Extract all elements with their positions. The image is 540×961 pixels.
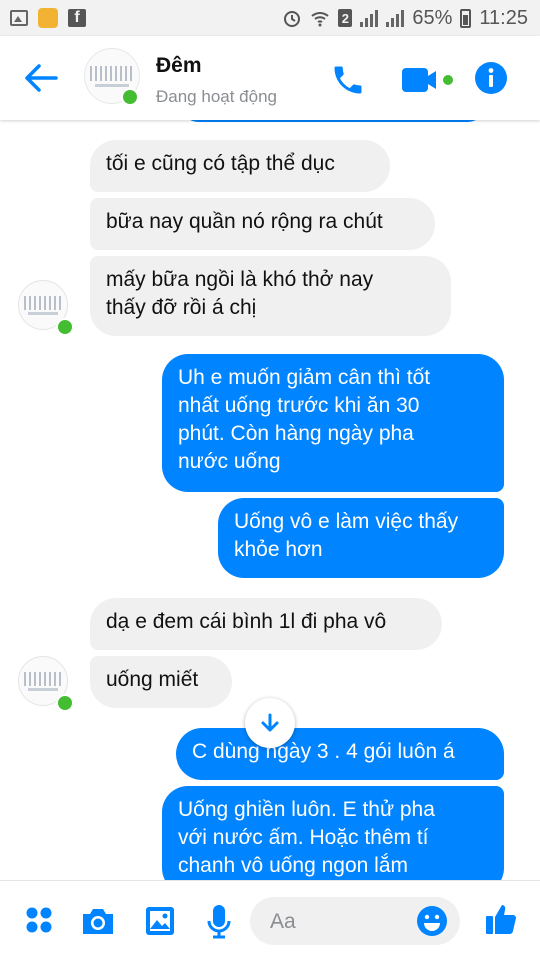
wifi-icon <box>311 12 330 27</box>
message-bubble[interactable]: bữa nay quần nó rộng ra chút <box>90 198 435 250</box>
message-input[interactable] <box>250 897 460 945</box>
menu-dots-icon[interactable] <box>24 905 54 935</box>
microphone-icon[interactable] <box>206 903 232 941</box>
scroll-down-button[interactable] <box>245 698 295 748</box>
signal-icon-2 <box>386 9 405 27</box>
online-indicator <box>121 88 139 106</box>
message-bubble[interactable]: tối e cũng có tập thể dục <box>90 140 390 192</box>
alarm-icon <box>284 11 301 27</box>
back-arrow-icon[interactable] <box>22 60 60 96</box>
gallery-icon[interactable] <box>144 905 176 937</box>
message-field[interactable] <box>268 909 412 935</box>
online-indicator <box>56 318 74 336</box>
message-bubble[interactable]: Uh e muốn giảm cân thì tốt nhất uống trư… <box>162 354 504 492</box>
message-bubble[interactable]: mấy bữa ngồi là khó thở nay thấy đỡ rồi … <box>90 256 451 336</box>
conversation-header: Đêm Đang hoạt động <box>0 36 540 120</box>
message-bubble[interactable]: uống miết <box>90 656 232 708</box>
video-call-icon[interactable] <box>400 66 458 94</box>
battery-icon <box>460 8 472 28</box>
message-bubble[interactable]: Uống ghiền luôn. E thử pha với nước ấm. … <box>162 786 504 880</box>
emoji-icon[interactable] <box>416 905 448 937</box>
message-bubble[interactable]: dạ e đem cái bình 1l đi pha vô <box>90 598 442 650</box>
sim-badge: 2 <box>338 9 353 27</box>
camera-icon[interactable] <box>80 906 116 936</box>
message-bubble[interactable]: Uống vô e làm việc thấy khỏe hơn <box>218 498 504 578</box>
info-icon[interactable] <box>474 61 508 95</box>
scroll-down-icon <box>261 713 279 732</box>
facebook-notification-icon: f <box>68 9 86 27</box>
like-thumb-icon[interactable] <box>484 901 520 937</box>
phone-icon[interactable] <box>330 62 366 98</box>
battery-percent: 65% <box>412 6 453 29</box>
message-bubble[interactable]: C dùng ngày 3 . 4 gói luôn á <box>176 728 504 780</box>
online-indicator <box>56 694 74 712</box>
gallery-notification-icon <box>10 10 28 26</box>
message-thread[interactable]: tối e cũng có tập thể dục bữa nay quần n… <box>0 120 540 880</box>
app-notification-icon <box>38 8 58 28</box>
contact-name[interactable]: Đêm <box>156 54 202 78</box>
active-status: Đang hoạt động <box>156 87 277 106</box>
message-bubble-partial <box>182 120 484 122</box>
clock: 11:25 <box>479 6 528 29</box>
status-bar: f 2 65% 11:25 <box>0 0 540 36</box>
composer-bar <box>0 880 540 961</box>
signal-icon <box>360 9 379 27</box>
